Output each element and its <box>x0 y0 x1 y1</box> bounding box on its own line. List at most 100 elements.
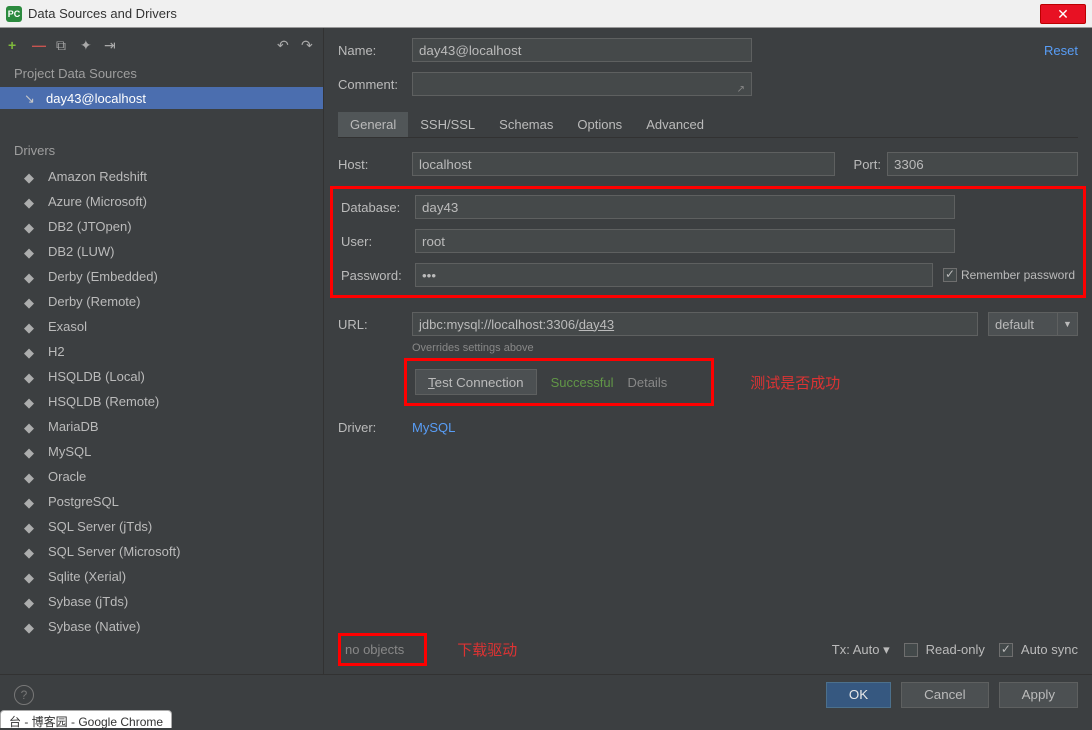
driver-item[interactable]: ◆Sqlite (Xerial) <box>0 564 323 589</box>
driver-label: MariaDB <box>48 419 99 434</box>
test-connection-highlight: TTest Connectionest Connection Successfu… <box>404 358 714 406</box>
sidebar: + — ⧉ ✦ ⇥ ↶ ↷ Project Data Sources ↘ day… <box>0 28 324 674</box>
driver-item[interactable]: ◆Sybase (Native) <box>0 614 323 639</box>
driver-label: Oracle <box>48 469 86 484</box>
name-label: Name: <box>338 43 412 58</box>
driver-label: PostgreSQL <box>48 494 119 509</box>
readonly-label: Read-only <box>926 642 985 657</box>
remove-icon[interactable]: — <box>32 37 46 51</box>
tx-mode-label: Tx: Auto <box>832 642 880 657</box>
import-icon[interactable]: ⇥ <box>104 37 118 51</box>
driver-icon: ◆ <box>24 595 38 609</box>
tab-advanced[interactable]: Advanced <box>634 112 716 137</box>
driver-item[interactable]: ◆Oracle <box>0 464 323 489</box>
password-input[interactable] <box>415 263 933 287</box>
window-titlebar: PC Data Sources and Drivers ✕ <box>0 0 1092 28</box>
driver-icon: ◆ <box>24 495 38 509</box>
url-input[interactable]: jdbc:mysql://localhost:3306/day43 <box>412 312 978 336</box>
driver-icon: ◆ <box>24 270 38 284</box>
driver-icon: ◆ <box>24 445 38 459</box>
driver-item[interactable]: ◆ PostgreSQL <box>0 489 323 514</box>
driver-icon: ◆ <box>24 370 38 384</box>
driver-item[interactable]: ◆MySQL <box>0 439 323 464</box>
driver-item[interactable]: ◆H2 <box>0 339 323 364</box>
tab-options[interactable]: Options <box>565 112 634 137</box>
user-label: User: <box>341 234 415 249</box>
url-prefix: jdbc:mysql://localhost:3306/ <box>419 317 579 332</box>
driver-item[interactable]: ◆ Derby (Embedded) <box>0 264 323 289</box>
driver-item[interactable]: ◆DB2 (LUW) <box>0 239 323 264</box>
url-database-link[interactable]: day43 <box>579 317 614 332</box>
tab-schemas[interactable]: Schemas <box>487 112 565 137</box>
apply-button[interactable]: Apply <box>999 682 1078 708</box>
driver-label: H2 <box>48 344 65 359</box>
reset-link[interactable]: Reset <box>1044 43 1078 58</box>
driver-label: SQL Server (Microsoft) <box>48 544 180 559</box>
datasource-item[interactable]: ↘ day43@localhost <box>0 87 323 109</box>
driver-label: Sqlite (Xerial) <box>48 569 126 584</box>
driver-item[interactable]: ◆Sybase (jTds) <box>0 589 323 614</box>
driver-label: Derby (Embedded) <box>48 269 158 284</box>
url-type-value: default <box>995 317 1034 332</box>
sidebar-toolbar: + — ⧉ ✦ ⇥ ↶ ↷ <box>0 28 323 60</box>
close-window-button[interactable]: ✕ <box>1040 4 1086 24</box>
driver-icon: ◆ <box>24 195 38 209</box>
readonly-checkbox[interactable] <box>904 643 918 657</box>
driver-link[interactable]: MySQL <box>412 420 455 435</box>
database-input[interactable] <box>415 195 955 219</box>
datasource-label: day43@localhost <box>46 91 146 106</box>
dialog-footer: ? OK Cancel Apply <box>0 674 1092 714</box>
annotation-download: 下载驱动 <box>457 639 517 660</box>
no-objects-text: no objects <box>345 642 404 657</box>
url-type-dropdown-arrow[interactable]: ▼ <box>1058 312 1078 336</box>
driver-item[interactable]: ◆Azure (Microsoft) <box>0 189 323 214</box>
database-label: Database: <box>341 200 415 215</box>
undo-icon[interactable]: ↶ <box>277 37 291 51</box>
settings-icon[interactable]: ✦ <box>80 37 94 51</box>
url-type-dropdown[interactable]: default <box>988 312 1058 336</box>
no-objects-highlight: no objects <box>338 633 427 666</box>
driver-icon: ◆ <box>24 295 38 309</box>
redo-icon[interactable]: ↷ <box>301 37 315 51</box>
driver-icon: ◆ <box>24 420 38 434</box>
driver-item[interactable]: ◆HSQLDB (Local) <box>0 364 323 389</box>
drivers-header: Drivers <box>0 137 323 164</box>
driver-label: Amazon Redshift <box>48 169 147 184</box>
test-connection-button[interactable]: TTest Connectionest Connection <box>415 369 537 395</box>
overrides-note: Overrides settings above <box>412 342 1078 354</box>
driver-icon: ◆ <box>24 170 38 184</box>
name-input[interactable] <box>412 38 752 62</box>
driver-item[interactable]: ◆Exasol <box>0 314 323 339</box>
driver-icon: ◆ <box>24 320 38 334</box>
driver-item[interactable]: ◆ Amazon Redshift <box>0 164 323 189</box>
credentials-highlight: Database: User: Password: Remember passw… <box>330 186 1086 298</box>
password-label: Password: <box>341 268 415 283</box>
comment-input[interactable]: ↗ <box>412 72 752 96</box>
tab-general[interactable]: General <box>338 112 408 137</box>
driver-item[interactable]: ◆Derby (Remote) <box>0 289 323 314</box>
details-link[interactable]: Details <box>627 375 667 390</box>
host-input[interactable] <box>412 152 835 176</box>
app-icon: PC <box>6 6 22 22</box>
driver-item[interactable]: ◆ MariaDB <box>0 414 323 439</box>
expand-icon[interactable]: ↗ <box>737 84 745 95</box>
driver-item[interactable]: ◆HSQLDB (Remote) <box>0 389 323 414</box>
add-icon[interactable]: + <box>8 37 22 51</box>
driver-label: Sybase (Native) <box>48 619 140 634</box>
autosync-checkbox[interactable] <box>999 643 1013 657</box>
port-label: Port: <box>847 157 887 172</box>
user-input[interactable] <box>415 229 955 253</box>
ok-button[interactable]: OK <box>826 682 891 708</box>
driver-icon: ◆ <box>24 245 38 259</box>
cancel-button[interactable]: Cancel <box>901 682 989 708</box>
help-icon[interactable]: ? <box>14 685 34 705</box>
driver-item[interactable]: ◆SQL Server (Microsoft) <box>0 539 323 564</box>
copy-icon[interactable]: ⧉ <box>56 37 70 51</box>
tab-ssh-ssl[interactable]: SSH/SSL <box>408 112 487 137</box>
driver-item[interactable]: ◆SQL Server (jTds) <box>0 514 323 539</box>
port-input[interactable] <box>887 152 1078 176</box>
driver-item[interactable]: ◆DB2 (JTOpen) <box>0 214 323 239</box>
driver-icon: ◆ <box>24 520 38 534</box>
tx-mode-dropdown[interactable]: Tx: Auto ▾ <box>832 642 890 658</box>
remember-password-checkbox[interactable] <box>943 268 957 282</box>
